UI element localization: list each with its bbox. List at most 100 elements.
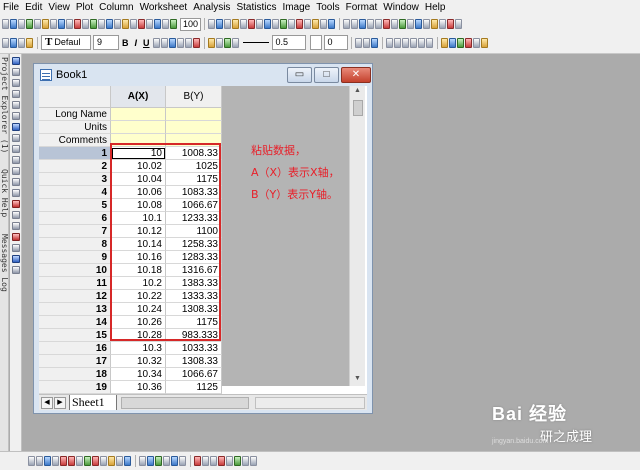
tile-icon[interactable]	[455, 19, 463, 29]
cell-a[interactable]: 10.1	[111, 212, 166, 225]
heatmap-icon[interactable]	[147, 456, 154, 466]
menu-format[interactable]: Format	[343, 0, 381, 16]
cell-b[interactable]: 1033.33	[166, 342, 222, 355]
cell-a[interactable]: 10.26	[111, 316, 166, 329]
hide-masked-icon[interactable]	[226, 456, 233, 466]
bold-button[interactable]: B	[119, 38, 132, 48]
comments-row-label[interactable]: Comments	[39, 134, 111, 147]
row-header[interactable]: 8	[39, 238, 111, 251]
set-column-icon[interactable]	[272, 19, 280, 29]
scroll-up-icon[interactable]: ▲	[353, 87, 362, 94]
cell-a[interactable]: 10.04	[111, 173, 166, 186]
region-tool-icon[interactable]	[12, 233, 20, 241]
cell-a[interactable]: 10.14	[111, 238, 166, 251]
rescale-icon[interactable]	[370, 37, 378, 48]
greek-icon[interactable]	[168, 37, 176, 48]
cell-b[interactable]: 1175	[166, 173, 222, 186]
rectangle-tool-icon[interactable]	[12, 200, 20, 208]
mask-point-icon[interactable]	[242, 456, 249, 466]
data-selector-icon[interactable]	[12, 112, 20, 120]
units-cell-a[interactable]	[111, 121, 166, 134]
mask-range-icon[interactable]	[234, 456, 241, 466]
italic-button[interactable]: I	[132, 38, 141, 48]
project-explorer-icon[interactable]	[154, 19, 161, 29]
cell-b[interactable]: 1333.33	[166, 290, 222, 303]
cell-b[interactable]: 1233.33	[166, 212, 222, 225]
menu-image[interactable]: Image	[279, 0, 313, 16]
align-icon[interactable]	[10, 37, 17, 48]
set-x-icon[interactable]	[367, 19, 375, 29]
ungroup-objects-icon[interactable]	[409, 37, 417, 48]
pie-plot-icon[interactable]	[76, 456, 83, 466]
row-header[interactable]: 11	[39, 277, 111, 290]
cell-a[interactable]: 10.08	[111, 199, 166, 212]
mask-red-icon[interactable]	[194, 456, 201, 466]
draw-data-icon[interactable]	[12, 123, 20, 131]
import-icon[interactable]	[74, 19, 81, 29]
mask-tool-icon[interactable]	[12, 145, 20, 153]
back-icon[interactable]	[26, 37, 33, 48]
box-plot-icon[interactable]	[92, 456, 99, 466]
polygon-tool-icon[interactable]	[12, 211, 20, 219]
row-header[interactable]: 13	[39, 303, 111, 316]
pointer-icon[interactable]	[12, 57, 20, 65]
decrease-font-icon[interactable]	[184, 37, 192, 48]
arrow-tool-icon[interactable]	[12, 167, 20, 175]
statistics-icon[interactable]	[264, 19, 272, 29]
unmask-all-icon[interactable]	[218, 456, 225, 466]
template-library-icon[interactable]	[171, 456, 178, 466]
x-axis-icon[interactable]	[343, 19, 351, 29]
cell-a[interactable]: 10.34	[111, 368, 166, 381]
column-header-a[interactable]: A(X)	[111, 86, 166, 108]
new-workbook-icon[interactable]	[10, 19, 17, 29]
text-tool-icon[interactable]	[12, 156, 20, 164]
quick-help-tab[interactable]: Quick Help	[0, 169, 9, 217]
cell-b[interactable]: 1283.33	[166, 251, 222, 264]
increase-font-icon[interactable]	[176, 37, 184, 48]
plot-bar-icon[interactable]	[304, 19, 312, 29]
waterfall-icon[interactable]	[155, 456, 162, 466]
line-color-icon[interactable]	[223, 37, 231, 48]
line-width-combo[interactable]: 0.5	[271, 35, 306, 50]
legend-tool-icon[interactable]	[12, 266, 20, 274]
polar-plot-icon[interactable]	[108, 456, 115, 466]
comments-cell-b[interactable]	[166, 134, 222, 147]
symbol-icon[interactable]	[464, 37, 472, 48]
save-icon[interactable]	[58, 19, 65, 29]
font-name-combo[interactable]: T Defaul	[41, 35, 91, 50]
distribute-icon[interactable]	[385, 37, 393, 48]
cell-b[interactable]: 1308.33	[166, 355, 222, 368]
layout-icon[interactable]	[170, 19, 177, 29]
new-matrix-icon[interactable]	[26, 19, 33, 29]
bar-plot-icon[interactable]	[60, 456, 67, 466]
tab-scroll-area[interactable]	[121, 397, 249, 409]
cell-b[interactable]: 1308.33	[166, 303, 222, 316]
scroll-thumb[interactable]	[353, 100, 363, 116]
cell-b[interactable]: 1258.33	[166, 238, 222, 251]
font-size-combo[interactable]: 9	[93, 35, 119, 50]
menu-view[interactable]: View	[45, 0, 73, 16]
z-axis-icon[interactable]	[359, 19, 367, 29]
subscript-icon[interactable]	[152, 37, 160, 48]
add-column-icon[interactable]	[280, 19, 288, 29]
horizontal-scrollbar[interactable]	[255, 397, 365, 409]
save-template-icon[interactable]	[66, 19, 73, 29]
cell-a[interactable]: 10.2	[111, 277, 166, 290]
line-tool-icon[interactable]	[12, 189, 20, 197]
window-titlebar[interactable]: Book1 ▭ □ ✕	[34, 64, 372, 86]
row-header[interactable]: 2	[39, 160, 111, 173]
project-explorer-tab[interactable]: Project Explorer (1)	[0, 57, 9, 153]
cell-a[interactable]: 10.22	[111, 290, 166, 303]
recalculate-icon[interactable]	[130, 19, 137, 29]
freehand-tool-icon[interactable]	[12, 244, 20, 252]
plot-3d-icon[interactable]	[320, 19, 328, 29]
color-map-icon[interactable]	[456, 37, 464, 48]
cell-a[interactable]: 10.16	[111, 251, 166, 264]
row-header[interactable]: 1	[39, 147, 111, 160]
print-icon[interactable]	[98, 19, 105, 29]
refresh-icon[interactable]	[106, 19, 113, 29]
cell-a[interactable]: 10.24	[111, 303, 166, 316]
group-icon[interactable]	[407, 19, 415, 29]
minimize-button[interactable]: ▭	[287, 67, 312, 83]
screen-reader-icon[interactable]	[12, 90, 20, 98]
